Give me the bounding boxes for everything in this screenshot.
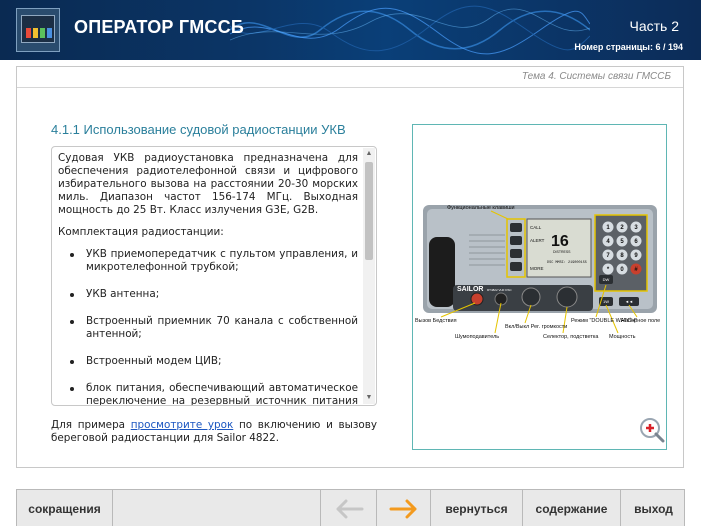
vertical-scrollbar[interactable]: ▲ ▼ [363,148,375,404]
contents-button[interactable]: содержание [523,490,621,526]
label-power: Мощность [609,334,636,340]
list-item: Встроенный модем ЦИВ; [64,355,358,368]
view-lesson-link[interactable]: просмотрите урок [131,419,234,431]
dw-key: DW [603,277,610,282]
scroll-thumb[interactable] [365,162,373,260]
text-scroll-box[interactable]: Судовая УКВ радиоустановка предназначена… [51,146,377,406]
list-item: блок питания, обеспечивающий автоматичес… [64,382,358,405]
back-key: ◄◄ [625,299,633,304]
power-key: 1W [603,299,609,304]
kit-list: УКВ приемопередатчик с пультом управлени… [64,248,358,405]
list-item: УКВ антенна; [64,288,358,301]
section-title: 4.1.1 Использование судовой радиостанции… [51,122,346,137]
label-power-volume: Вкл/Выкл Рег. громкости [505,324,567,330]
label-keypad: Наборное поле [621,318,660,324]
lcd-channel: 16 [551,233,569,250]
label-squelch: Шумоподавитель [455,334,499,340]
radio-illustration: CALL ALERT 16 DISTRESS MORE DSC MMSI: 21… [415,205,660,340]
handset-icon [429,237,455,307]
kit-heading: Комплектация радиостанции: [58,226,224,238]
lcd-call-label: CALL [530,225,542,230]
topic-divider [17,87,683,88]
back-button[interactable]: вернуться [431,490,523,526]
selector-knob [556,286,578,308]
page: ОПЕРАТОР ГМССБ Часть 2 Номер страницы: 6… [0,0,701,526]
page-number: Номер страницы: 6 / 194 [574,42,683,52]
exit-button[interactable]: выход [621,490,686,526]
scroll-up-arrow-icon[interactable]: ▲ [363,148,375,160]
content-panel: Тема 4. Системы связи ГМССБ 4.1.1 Исполь… [16,66,684,468]
topic-label: Тема 4. Системы связи ГМССБ [521,71,671,82]
radio-model: RT4822 VHF DSC [487,288,512,292]
function-key [510,249,522,258]
zoom-in-icon[interactable] [639,417,665,443]
list-item: Встроенный приемник 70 канала с собствен… [64,315,358,341]
abbreviations-button[interactable]: сокращения [17,490,113,526]
part-label: Часть 2 [629,18,680,34]
app-header: ОПЕРАТОР ГМССБ Часть 2 Номер страницы: 6… [0,0,701,60]
lcd-alert-label: ALERT [530,238,545,243]
bottom-navigation: сокращения вернуться содержание выход [16,489,685,526]
prev-page-button[interactable] [321,490,377,526]
header-waves-decoration [230,5,590,55]
arrow-right-icon [389,499,416,518]
lcd-more-label: MORE [530,266,544,271]
scroll-down-arrow-icon[interactable]: ▼ [363,392,375,404]
label-function-keys: Функциональные клавиши [447,205,515,211]
label-distress: Вызов Бедствия [415,318,457,324]
lcd-info: DSC MMSI: 219000155 [547,261,587,265]
function-key [510,262,522,271]
function-key [510,223,522,232]
app-title: ОПЕРАТОР ГМССБ [74,17,244,37]
function-key [510,236,522,245]
list-item: УКВ приемопередатчик с пультом управлени… [64,248,358,274]
radio-image-frame: CALL ALERT 16 DISTRESS MORE DSC MMSI: 21… [412,124,667,450]
radio-brand: SAILOR [457,286,483,293]
arrow-left-icon [336,499,363,518]
distress-button [470,292,484,306]
app-logo [16,8,60,52]
next-page-button[interactable] [377,490,431,526]
lesson-note-before: Для примера [51,419,131,431]
intro-paragraph: Судовая УКВ радиоустановка предназначена… [58,152,358,216]
lesson-note: Для примера просмотрите урок по включени… [51,419,377,445]
lcd-distress-label: DISTRESS [553,250,571,254]
label-selector: Селектор, подстветка [543,334,599,340]
text-content: Судовая УКВ радиоустановка предназначена… [58,152,358,405]
volume-knob [521,287,541,307]
nav-spacer [113,490,321,526]
